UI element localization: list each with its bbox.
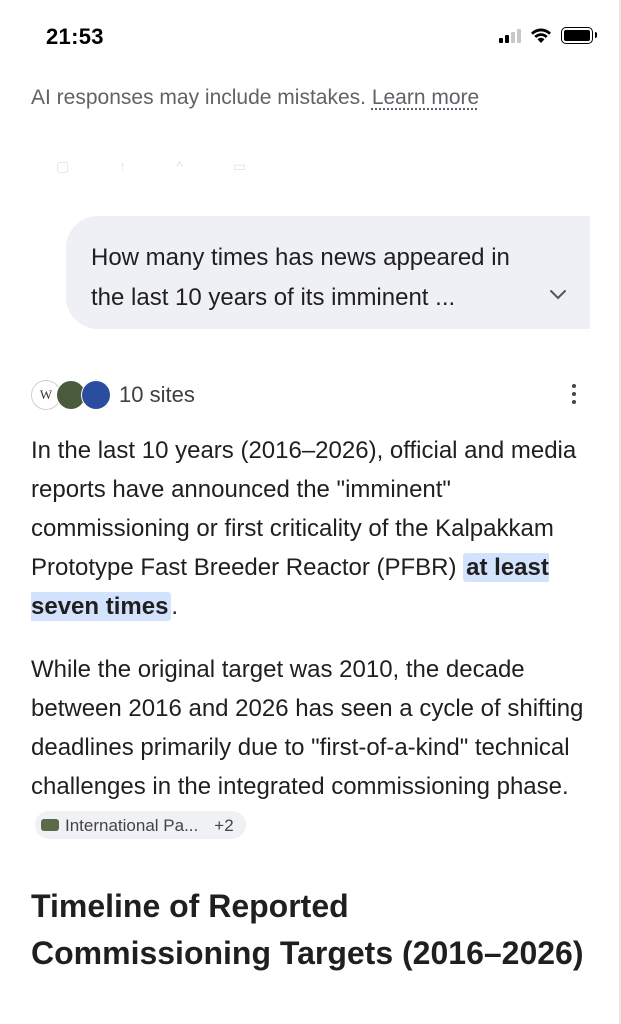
source-chip[interactable]: International Pa... +2 (35, 811, 246, 839)
signal-icon (499, 28, 521, 43)
more-options-icon[interactable] (571, 384, 577, 404)
source-favicons: W (31, 378, 115, 412)
disclaimer-text: AI responses may include mistakes. (31, 86, 372, 109)
source-chip-label: International Pa... (65, 815, 199, 835)
status-bar: 21:53 (0, 0, 621, 70)
thumb-icon: ^ (176, 158, 183, 174)
section-heading: Timeline of Reported Commissioning Targe… (31, 888, 584, 971)
answer-paragraph-1: In the last 10 years (2016–2026), offici… (31, 437, 577, 621)
share-icon: ↑ (119, 158, 127, 174)
query-bubble[interactable]: How many times has news appeared in the … (66, 216, 590, 329)
source-logo-icon (41, 819, 59, 831)
chevron-down-icon[interactable] (548, 284, 568, 304)
sources-row[interactable]: W 10 sites (31, 378, 591, 412)
wifi-icon (531, 27, 551, 43)
battery-icon (561, 27, 597, 44)
disclaimer: AI responses may include mistakes. Learn… (31, 86, 479, 110)
menu-icon: ▭ (232, 158, 247, 174)
query-text: How many times has news appeared in the … (91, 244, 510, 311)
status-icons (499, 27, 597, 44)
source-chip-more: +2 (214, 815, 234, 835)
status-time: 21:53 (46, 24, 104, 49)
copy-icon: ▢ (56, 158, 70, 174)
sites-count[interactable]: 10 sites (119, 382, 195, 408)
answer-paragraph-2: While the original target was 2010, the … (31, 650, 596, 845)
source-logo-icon (81, 380, 111, 410)
learn-more-link[interactable]: Learn more (372, 86, 479, 109)
faded-action-icons: ▢ ↑ ^ ▭ (56, 158, 246, 175)
